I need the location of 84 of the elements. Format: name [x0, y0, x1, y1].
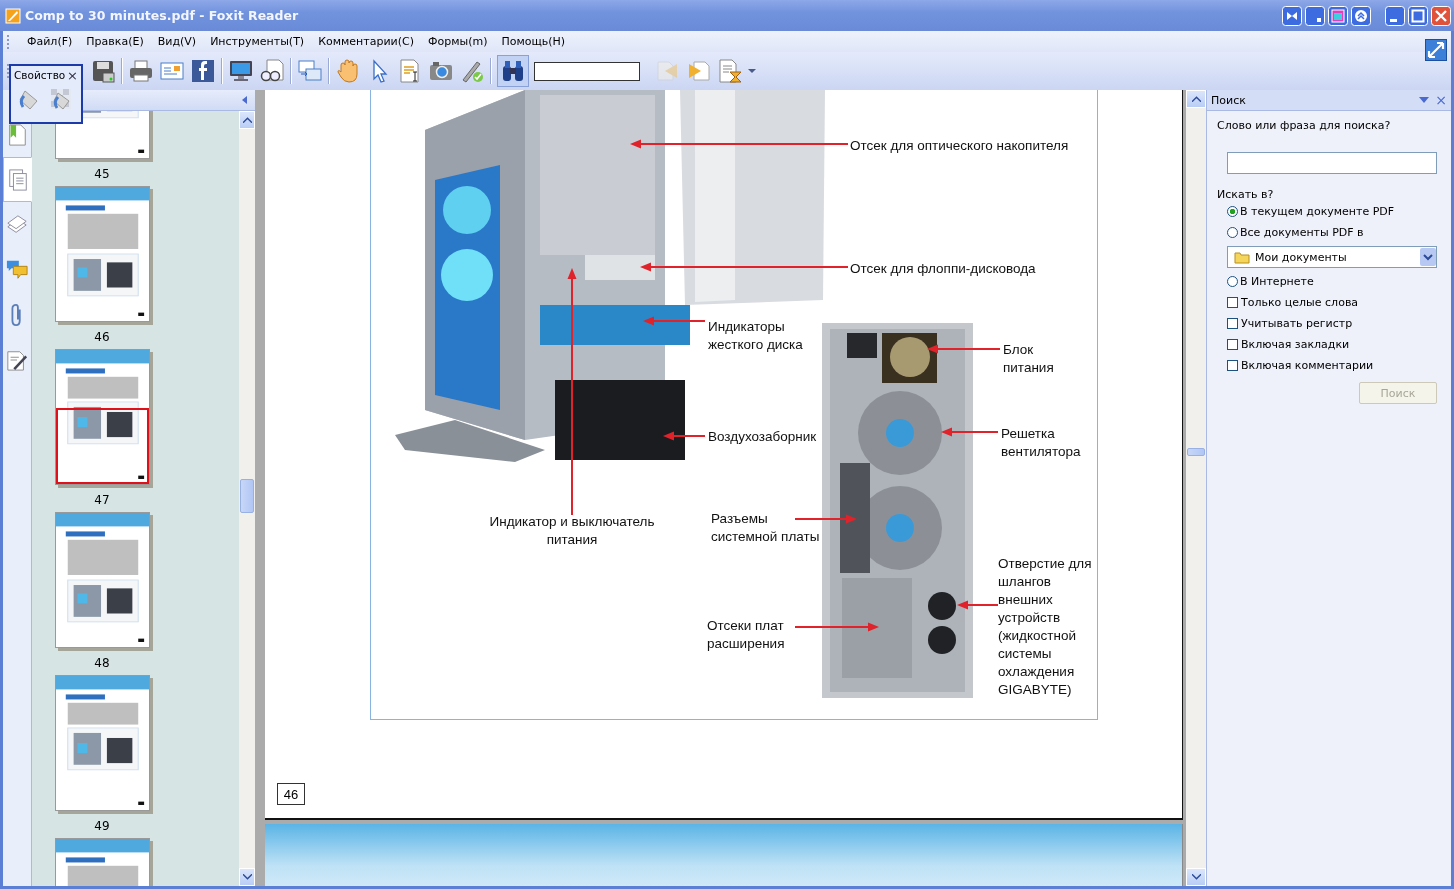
- page-number: 46: [277, 783, 305, 805]
- checkbox-option[interactable]: Включая закладки: [1227, 334, 1443, 355]
- search-field[interactable]: [1227, 152, 1437, 174]
- window-title: Comp to 30 minutes.pdf - Foxit Reader: [25, 8, 299, 23]
- close-panel-button[interactable]: ×: [1435, 93, 1447, 107]
- checkbox[interactable]: [1227, 360, 1238, 371]
- page-number: 49: [94, 819, 110, 833]
- pages-icon: [6, 167, 29, 192]
- color-palette-icon[interactable]: [1328, 5, 1348, 26]
- minimize-app-icon[interactable]: [1305, 5, 1325, 26]
- callout-label: Отсек для оптического накопителя: [850, 137, 1069, 155]
- menu-item[interactable]: Файл(F): [20, 35, 80, 48]
- radio-option[interactable]: Все документы PDF в: [1227, 222, 1443, 243]
- windows-icon[interactable]: [297, 58, 323, 84]
- chevron-up-icon: [242, 117, 252, 123]
- maximize-icon[interactable]: [1408, 5, 1428, 26]
- monitor-icon[interactable]: [228, 58, 254, 84]
- collapse-icon[interactable]: [1351, 5, 1371, 26]
- dropdown-caret-icon[interactable]: [748, 68, 756, 74]
- page-number: 45: [94, 167, 110, 181]
- page-number: 47: [94, 493, 110, 507]
- checkbox[interactable]: [1227, 318, 1238, 329]
- toolbar-title: Свойство: [14, 69, 66, 81]
- transparency-bucket-icon[interactable]: [49, 87, 73, 111]
- scroll-up-button[interactable]: [1186, 90, 1206, 108]
- callout-label: Отверстие для шлангов внешних устройств (жидкостной системы охлаждения GIGABYTE): [998, 555, 1092, 699]
- pin-icon[interactable]: [1282, 5, 1302, 26]
- menu-item[interactable]: Вид(V): [150, 35, 204, 48]
- menu-item[interactable]: Комментарии(C): [311, 35, 421, 48]
- callout-label: Отсеки плат расширения: [707, 617, 785, 653]
- pointer-arrow: [957, 600, 999, 610]
- folder-icon: [1234, 250, 1250, 264]
- callout-label: Решетка вентилятора: [1001, 425, 1081, 461]
- menu-item[interactable]: Инструменты(T): [203, 35, 312, 48]
- callout-label: Разъемы системной платы: [711, 510, 820, 546]
- callout-label: Отсек для флоппи-дисковода: [850, 260, 1036, 278]
- checkbox-option[interactable]: Только целые слова: [1227, 292, 1443, 313]
- find-field[interactable]: [534, 61, 640, 81]
- panel-title: Поиск: [1211, 93, 1246, 107]
- app-logo-icon: [5, 7, 21, 24]
- search-scope-label: Искать в?: [1217, 188, 1275, 201]
- pointer-arrow: [941, 427, 999, 437]
- checkbox-option[interactable]: Включая комментарии: [1227, 355, 1443, 376]
- search-prompt: Слово или фраза для поиска?: [1217, 119, 1392, 132]
- callout-label: Блок питания: [1003, 341, 1054, 377]
- menu-item[interactable]: Помощь(H): [494, 35, 573, 48]
- save-icon[interactable]: [90, 58, 116, 84]
- minimize-icon[interactable]: [1385, 5, 1405, 26]
- facebook-icon[interactable]: [190, 58, 216, 84]
- radio-button[interactable]: [1227, 276, 1238, 287]
- callout-label: Индикатор и выключатель питания: [488, 513, 656, 549]
- full-screen-icon[interactable]: [1425, 39, 1447, 61]
- scrollbar-thumb[interactable]: [240, 479, 254, 513]
- bookmark-page-icon: [6, 122, 28, 147]
- page-number: 48: [94, 656, 110, 670]
- find-button[interactable]: [497, 55, 529, 87]
- scroll-up-button[interactable]: [239, 111, 255, 129]
- document-hourglass-icon[interactable]: [717, 58, 743, 84]
- scrollbar-thumb[interactable]: [1187, 448, 1205, 456]
- radio-option[interactable]: В Интернете: [1227, 271, 1443, 292]
- close-icon[interactable]: [1431, 5, 1451, 26]
- binoculars-icon: [500, 58, 526, 84]
- menu-item[interactable]: Правка(E): [79, 35, 151, 48]
- page-glasses-icon[interactable]: [259, 58, 285, 84]
- close-toolbar-button[interactable]: ×: [67, 67, 78, 83]
- chevron-down-icon: [242, 874, 252, 880]
- collapse-panel-icon[interactable]: [241, 96, 247, 104]
- radio-option[interactable]: В текущем документе PDF: [1227, 201, 1443, 222]
- checkbox[interactable]: [1227, 297, 1238, 308]
- panel-menu-icon[interactable]: [1419, 97, 1430, 103]
- folder-dropdown[interactable]: Мои документы: [1227, 246, 1437, 268]
- menu-item[interactable]: Формы(m): [420, 35, 495, 48]
- scroll-down-button[interactable]: [1186, 868, 1206, 886]
- checkbox-option[interactable]: Учитывать регистр: [1227, 313, 1443, 334]
- page-number: 46: [94, 330, 110, 344]
- chevron-up-icon: [1191, 96, 1201, 102]
- print-icon[interactable]: [128, 58, 154, 84]
- radio-button[interactable]: [1227, 206, 1238, 217]
- radio-button[interactable]: [1227, 227, 1238, 238]
- view-area-frame[interactable]: [55, 408, 149, 484]
- chevron-down-icon: [1191, 874, 1201, 880]
- pointer-arrow: [794, 514, 857, 524]
- checkbox[interactable]: [1227, 339, 1238, 350]
- scroll-down-button[interactable]: [239, 868, 255, 886]
